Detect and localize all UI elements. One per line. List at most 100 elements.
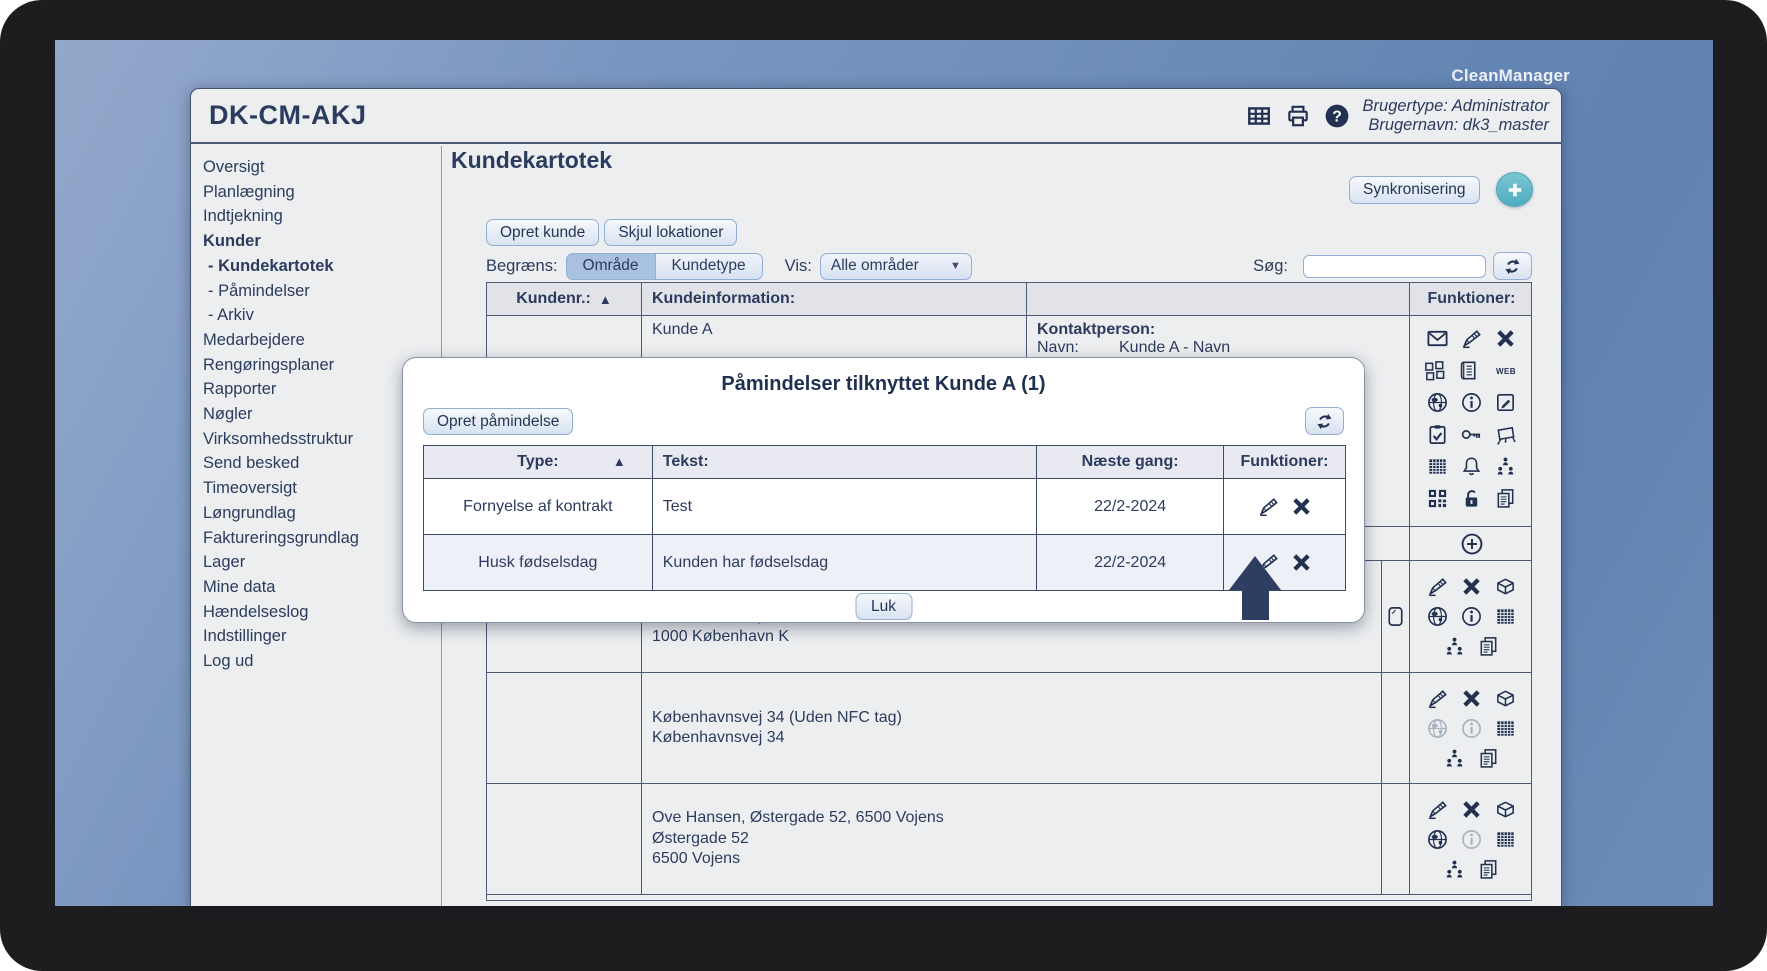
delete-icon[interactable] <box>1494 327 1517 350</box>
reminder-type: Husk fødselsdag <box>424 535 653 591</box>
schedule-icon[interactable] <box>1494 605 1517 628</box>
location-row: Københavnsvej 34 (Uden NFC tag)København… <box>487 673 1531 784</box>
delete-icon[interactable] <box>1460 798 1483 821</box>
schedule-icon[interactable] <box>1494 828 1517 851</box>
sidebar-item[interactable]: Indtjekning <box>203 204 441 229</box>
modal-title: Påmindelser tilknyttet Kunde A (1) <box>403 373 1364 396</box>
tablet-icon[interactable] <box>1384 605 1407 628</box>
web-icon[interactable] <box>1491 359 1521 382</box>
contact-name-value: Kunde A - Navn <box>1119 339 1230 357</box>
box-icon[interactable] <box>1494 575 1517 598</box>
globe-icon[interactable] <box>1426 828 1449 851</box>
documents-icon[interactable] <box>1477 635 1500 658</box>
edit-icon[interactable] <box>1257 551 1280 574</box>
close-modal-button[interactable]: Luk <box>855 593 912 620</box>
info-icon[interactable] <box>1460 828 1483 851</box>
reminder-text: Test <box>652 479 1036 535</box>
key-icon[interactable] <box>1460 423 1483 446</box>
sort-ascending-icon: ▲ <box>599 292 612 307</box>
tasks-icon[interactable] <box>1426 423 1449 446</box>
catalog-icon[interactable] <box>1457 359 1480 382</box>
globe-icon[interactable] <box>1426 605 1449 628</box>
schedule-icon[interactable] <box>1494 717 1517 740</box>
lock-icon[interactable] <box>1460 487 1483 510</box>
location-address: Ove Hansen, Østergade 52, 6500 VojensØst… <box>642 784 1382 894</box>
globe-icon[interactable] <box>1426 717 1449 740</box>
documents-icon[interactable] <box>1494 487 1517 510</box>
filter-area-button[interactable]: Område <box>566 253 656 280</box>
edit-icon[interactable] <box>1426 575 1449 598</box>
modal-refresh-button[interactable] <box>1305 407 1344 435</box>
column-header-functions: Funktioner: <box>1410 283 1533 315</box>
sidebar-item[interactable]: Planlægning <box>203 180 441 205</box>
sidebar-item[interactable]: Log ud <box>203 649 441 674</box>
hide-locations-button[interactable]: Skjul lokationer <box>604 219 737 246</box>
refresh-button[interactable] <box>1493 252 1532 280</box>
add-location-icon[interactable] <box>1459 531 1485 557</box>
toolbar-filters: Begræns: Område Kundetype Vis: Alle områ… <box>486 252 1532 280</box>
org-icon[interactable] <box>1443 747 1466 770</box>
filter-customertype-button[interactable]: Kundetype <box>656 253 763 280</box>
sidebar-item[interactable]: - Arkiv <box>203 303 441 328</box>
org-icon[interactable] <box>1443 858 1466 881</box>
delete-icon[interactable] <box>1290 495 1313 518</box>
column-header-type[interactable]: Type: ▲ <box>424 446 653 479</box>
org-icon[interactable] <box>1443 635 1466 658</box>
column-header-next: Næste gang: <box>1037 446 1224 479</box>
board-icon[interactable] <box>1494 423 1517 446</box>
device-cell <box>1382 561 1410 672</box>
print-icon[interactable] <box>1285 103 1311 129</box>
filter-segments: Område Kundetype <box>566 253 763 280</box>
info-icon[interactable] <box>1460 605 1483 628</box>
documents-icon[interactable] <box>1477 747 1500 770</box>
add-location-cell <box>1410 527 1533 560</box>
sidebar-item[interactable]: - Kundekartotek <box>203 254 441 279</box>
location-row: Ove Hansen, Østergade 52, 6500 VojensØst… <box>487 784 1531 895</box>
area-select[interactable]: Alle områder ▼ <box>820 253 972 280</box>
location-function-grid <box>1410 673 1533 783</box>
window-title: DK-CM-AKJ <box>209 100 366 131</box>
alarm-icon[interactable] <box>1460 455 1483 478</box>
help-icon[interactable] <box>1324 103 1350 129</box>
info-icon[interactable] <box>1460 391 1483 414</box>
customer-function-grid <box>1410 316 1533 526</box>
schedule-icon[interactable] <box>1426 455 1449 478</box>
empty-cell <box>487 673 642 783</box>
box-icon[interactable] <box>1494 687 1517 710</box>
email-icon[interactable] <box>1426 327 1449 350</box>
delete-icon[interactable] <box>1290 551 1313 574</box>
sidebar-item[interactable]: Medarbejdere <box>203 328 441 353</box>
documents-icon[interactable] <box>1477 858 1500 881</box>
column-header-functions: Funktioner: <box>1224 446 1346 479</box>
org-icon[interactable] <box>1494 455 1517 478</box>
edit-icon[interactable] <box>1257 495 1280 518</box>
sidebar-item[interactable]: - Påmindelser <box>203 279 441 304</box>
reminder-type: Fornyelse af kontrakt <box>424 479 653 535</box>
create-customer-button[interactable]: Opret kunde <box>486 219 599 246</box>
info-icon[interactable] <box>1460 717 1483 740</box>
screen: CleanManager DK-CM-AKJ Brugertype: Admin… <box>0 0 1767 971</box>
add-button[interactable] <box>1496 172 1533 207</box>
contact-name-label: Navn: <box>1037 339 1119 357</box>
delete-icon[interactable] <box>1460 687 1483 710</box>
edit-icon[interactable] <box>1460 327 1483 350</box>
reminder-row: Husk fødselsdagKunden har fødselsdag22/2… <box>424 535 1346 591</box>
sidebar-item[interactable]: Oversigt <box>203 155 441 180</box>
reminder-next-date: 22/2-2024 <box>1037 479 1224 535</box>
globe-icon[interactable] <box>1426 391 1449 414</box>
edit-icon[interactable] <box>1426 687 1449 710</box>
table-view-icon[interactable] <box>1246 103 1272 129</box>
qr-icon[interactable] <box>1426 487 1449 510</box>
create-reminder-button[interactable]: Opret påmindelse <box>423 408 573 435</box>
synchronization-button[interactable]: Synkronisering <box>1349 176 1480 204</box>
search-input[interactable] <box>1303 255 1486 278</box>
products-icon[interactable] <box>1423 359 1446 382</box>
sidebar-item[interactable]: Indstillinger <box>203 624 441 649</box>
note-icon[interactable] <box>1494 391 1517 414</box>
location-function-grid <box>1410 561 1533 672</box>
box-icon[interactable] <box>1494 798 1517 821</box>
edit-icon[interactable] <box>1426 798 1449 821</box>
sidebar-item[interactable]: Kunder <box>203 229 441 254</box>
delete-icon[interactable] <box>1460 575 1483 598</box>
column-header-customer-number[interactable]: Kundenr.: ▲ <box>487 283 642 315</box>
